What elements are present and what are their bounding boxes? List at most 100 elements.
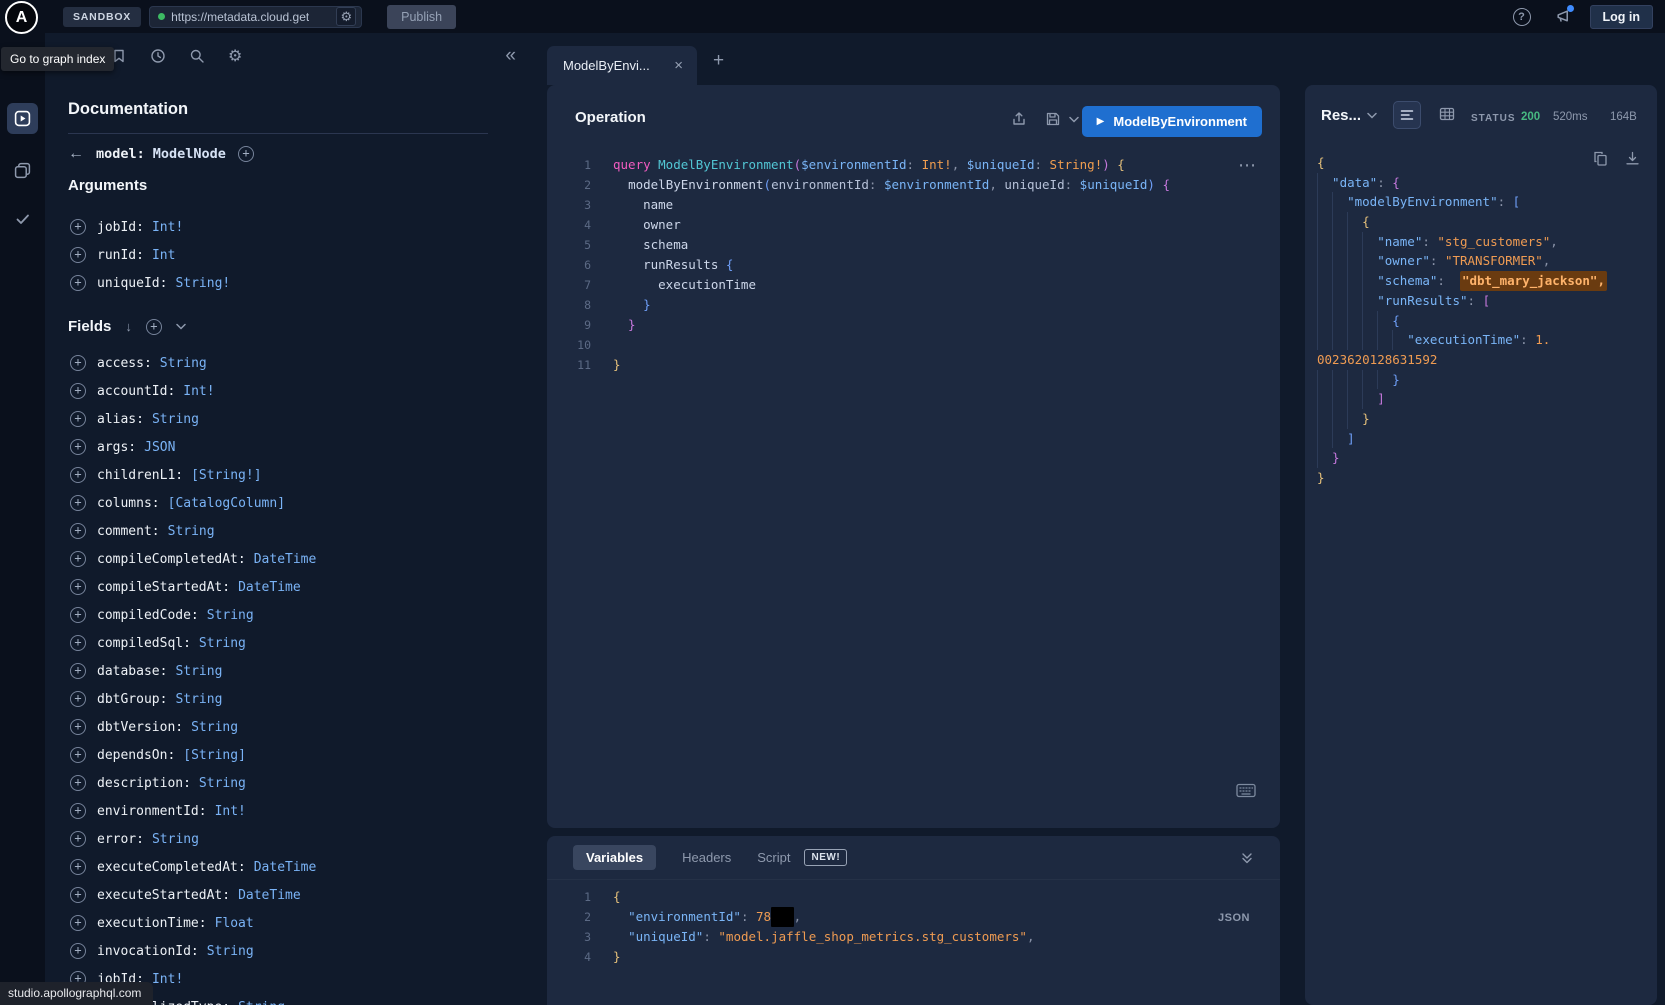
doc-field-row[interactable]: +uniqueId:String!	[45, 269, 530, 297]
field-name[interactable]: executionTime:	[97, 916, 207, 931]
run-operation-button[interactable]: ▶ ModelByEnvironment	[1082, 106, 1262, 137]
field-name[interactable]: childrenL1:	[97, 468, 183, 483]
field-name[interactable]: compileCompletedAt:	[97, 552, 246, 567]
keyboard-shortcuts-icon[interactable]	[1236, 783, 1256, 798]
nav-explorer[interactable]	[7, 103, 38, 134]
response-json-viewer[interactable]: {"data": {"modelByEnvironment": [{"name"…	[1317, 153, 1653, 488]
run-history-icon[interactable]	[150, 48, 166, 64]
collapse-bottom-panel-icon[interactable]	[1240, 851, 1254, 865]
apollo-logo[interactable]: A	[5, 1, 38, 34]
nav-schema[interactable]	[7, 155, 38, 186]
add-to-operation-icon[interactable]: +	[70, 551, 86, 567]
add-to-operation-icon[interactable]: +	[70, 691, 86, 707]
field-name[interactable]: environmentId:	[97, 804, 207, 819]
chevron-down-icon[interactable]	[176, 323, 186, 330]
field-name[interactable]: runId:	[97, 248, 144, 263]
tab-variables[interactable]: Variables	[573, 845, 656, 870]
field-name[interactable]: comment:	[97, 524, 160, 539]
breadcrumb-type-name[interactable]: ModelNode	[153, 146, 226, 162]
share-operation-icon[interactable]	[1011, 111, 1027, 127]
doc-field-row[interactable]: +executionTime:Float	[45, 909, 530, 937]
add-to-operation-icon[interactable]: +	[70, 719, 86, 735]
field-type[interactable]: String	[191, 720, 238, 735]
field-name[interactable]: executeStartedAt:	[97, 888, 230, 903]
doc-field-row[interactable]: +access:String	[45, 349, 530, 377]
save-operation-icon[interactable]	[1045, 111, 1061, 127]
field-type[interactable]: Int!	[152, 220, 183, 235]
search-icon[interactable]	[189, 48, 205, 64]
field-type[interactable]: [String]	[183, 748, 246, 763]
field-type[interactable]: [String!]	[191, 468, 261, 483]
doc-field-row[interactable]: +executeCompletedAt:DateTime	[45, 853, 530, 881]
doc-field-row[interactable]: +alias:String	[45, 405, 530, 433]
add-to-operation-icon[interactable]: +	[70, 859, 86, 875]
new-tab-icon[interactable]: +	[713, 50, 724, 72]
add-to-operation-icon[interactable]: +	[70, 803, 86, 819]
field-name[interactable]: error:	[97, 832, 144, 847]
field-type[interactable]: DateTime	[254, 860, 317, 875]
settings-gear-icon[interactable]: ⚙	[228, 46, 242, 66]
field-type[interactable]: String	[199, 776, 246, 791]
back-arrow-icon[interactable]: ←	[68, 145, 84, 163]
field-name[interactable]: accountId:	[97, 384, 175, 399]
field-type[interactable]: Int!	[183, 384, 214, 399]
field-type[interactable]: String	[152, 832, 199, 847]
doc-field-row[interactable]: +args:JSON	[45, 433, 530, 461]
publish-button[interactable]: Publish	[387, 5, 456, 29]
response-title-row[interactable]: Res...	[1321, 107, 1377, 124]
add-to-operation-icon[interactable]: +	[70, 775, 86, 791]
field-name[interactable]: dbtVersion:	[97, 720, 183, 735]
add-to-operation-icon[interactable]: +	[70, 523, 86, 539]
sort-descending-icon[interactable]: ↓	[125, 319, 132, 334]
doc-field-row[interactable]: + dbtVersion: String	[45, 713, 530, 741]
collapse-panel-icon[interactable]: «	[505, 48, 516, 64]
field-type[interactable]: DateTime	[238, 580, 301, 595]
field-type[interactable]: String	[152, 412, 199, 427]
add-to-operation-icon[interactable]: +	[70, 219, 86, 235]
doc-field-row[interactable]: + compileStartedAt: DateTime	[45, 573, 530, 601]
field-name[interactable]: args:	[97, 440, 136, 455]
doc-field-row[interactable]: + environmentId: Int!	[45, 797, 530, 825]
close-tab-icon[interactable]: ×	[672, 59, 685, 73]
operation-tab[interactable]: ModelByEnvi... ×	[547, 46, 697, 85]
add-to-operation-icon[interactable]: +	[70, 663, 86, 679]
add-all-fields-icon[interactable]: +	[146, 319, 162, 335]
doc-field-row[interactable]: + description: String	[45, 769, 530, 797]
field-type[interactable]: Int	[152, 248, 175, 263]
field-name[interactable]: database:	[97, 664, 167, 679]
doc-field-row[interactable]: +error:String	[45, 825, 530, 853]
field-name[interactable]: dbtGroup:	[97, 692, 167, 707]
doc-field-row[interactable]: + runId: Int	[45, 241, 530, 269]
field-name[interactable]: compileStartedAt:	[97, 580, 230, 595]
add-to-operation-icon[interactable]: +	[70, 247, 86, 263]
field-type[interactable]: Int!	[215, 804, 246, 819]
doc-field-row[interactable]: +dependsOn:[String]	[45, 741, 530, 769]
field-type[interactable]: String!	[175, 276, 230, 291]
connection-settings-gear-icon[interactable]: ⚙	[336, 7, 356, 26]
doc-field-row[interactable]: +database:String	[45, 657, 530, 685]
operation-editor[interactable]: 1query ModelByEnvironment($environmentId…	[547, 155, 1280, 375]
doc-field-row[interactable]: +comment:String	[45, 517, 530, 545]
field-name[interactable]: invocationId:	[97, 944, 199, 959]
add-to-operation-icon[interactable]: +	[70, 467, 86, 483]
add-to-operation-icon[interactable]: +	[70, 355, 86, 371]
add-to-operation-icon[interactable]: +	[70, 887, 86, 903]
endpoint-url-input[interactable]: https://metadata.cloud.get ⚙	[149, 6, 362, 28]
field-type[interactable]: Float	[215, 916, 254, 931]
field-type[interactable]: DateTime	[254, 552, 317, 567]
endpoint-url-text[interactable]: https://metadata.cloud.get	[171, 10, 309, 24]
doc-field-row[interactable]: +executeStartedAt:DateTime	[45, 881, 530, 909]
field-type[interactable]: JSON	[144, 440, 175, 455]
add-type-icon[interactable]: +	[238, 146, 254, 162]
nav-checks[interactable]	[7, 203, 38, 234]
announcements-button[interactable]	[1555, 8, 1572, 25]
field-name[interactable]: description:	[97, 776, 191, 791]
tab-headers[interactable]: Headers	[682, 850, 731, 865]
field-type[interactable]: String	[199, 636, 246, 651]
add-to-operation-icon[interactable]: +	[70, 579, 86, 595]
table-view-toggle[interactable]	[1439, 107, 1455, 121]
field-name[interactable]: columns:	[97, 496, 160, 511]
field-type[interactable]: Int!	[152, 972, 183, 987]
save-dropdown-chevron-icon[interactable]	[1069, 116, 1079, 123]
doc-field-row[interactable]: +accountId:Int!	[45, 377, 530, 405]
